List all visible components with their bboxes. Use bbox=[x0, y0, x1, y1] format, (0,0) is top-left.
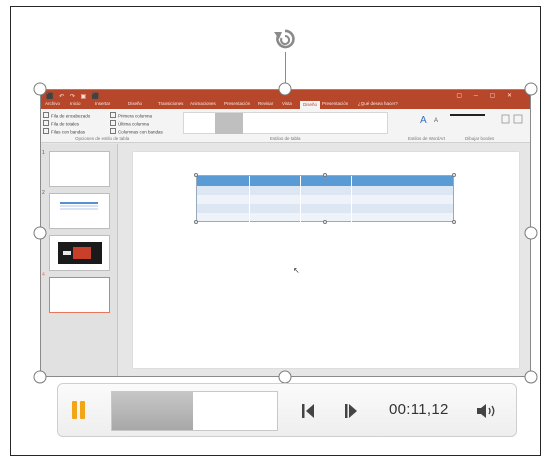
resize-handle-bottom[interactable] bbox=[278, 370, 292, 384]
step-back-icon[interactable] bbox=[298, 401, 318, 421]
pause-icon bbox=[72, 401, 77, 419]
resize-handle-right[interactable] bbox=[524, 226, 538, 240]
resize-handle-bottom-right[interactable] bbox=[524, 370, 538, 384]
resize-handle-top[interactable] bbox=[278, 82, 292, 96]
selection-outline bbox=[40, 89, 531, 377]
resize-handle-left[interactable] bbox=[33, 226, 47, 240]
playback-time: 00:11,12 bbox=[389, 401, 449, 418]
timeline-scrubber[interactable] bbox=[111, 391, 278, 431]
resize-handle-top-left[interactable] bbox=[33, 82, 47, 96]
rotate-handle-icon[interactable] bbox=[273, 27, 297, 53]
resize-handle-bottom-left[interactable] bbox=[33, 370, 47, 384]
resize-handle-top-right[interactable] bbox=[524, 82, 538, 96]
pause-button[interactable] bbox=[68, 395, 98, 425]
media-controls-bar: 00:11,12 bbox=[57, 383, 517, 437]
timeline-progress bbox=[112, 392, 193, 430]
step-forward-icon[interactable] bbox=[341, 401, 361, 421]
volume-icon[interactable] bbox=[475, 401, 499, 421]
